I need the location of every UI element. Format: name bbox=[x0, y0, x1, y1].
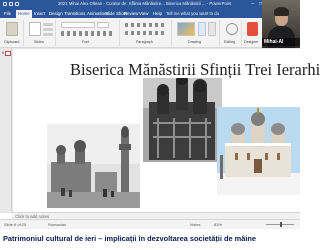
status-bar: Slide 6 of 25 Romanian Notes 83% bbox=[0, 219, 300, 229]
arrange-icon[interactable] bbox=[198, 22, 206, 36]
redo-icon[interactable] bbox=[15, 2, 19, 6]
title-bar: 2021 Mihai Alex Oltean - Curator de: Sfâ… bbox=[0, 0, 300, 9]
zoom-slider-knob[interactable] bbox=[280, 222, 282, 227]
window-controls: – □ bbox=[251, 1, 262, 7]
ribbon-group-editing: Editing bbox=[222, 20, 242, 46]
quick-styles-icon[interactable] bbox=[208, 22, 216, 36]
tab-insert[interactable]: Insert bbox=[32, 10, 47, 18]
ribbon-group-font: Font bbox=[58, 20, 120, 46]
shapes-icon[interactable] bbox=[177, 22, 195, 36]
slide-title[interactable]: Biserica Mănăstirii Sfinții Trei Ierarhi bbox=[70, 60, 320, 80]
font-name-select[interactable] bbox=[61, 22, 95, 28]
zoom-level[interactable]: 83% bbox=[214, 222, 222, 227]
ribbon-group-slides: Slides bbox=[26, 20, 56, 46]
presenter-name: Mihai-Al bbox=[264, 39, 284, 45]
church-towers-illustration bbox=[143, 78, 222, 162]
ribbon-group-label: Slides bbox=[34, 40, 44, 44]
find-icon[interactable] bbox=[226, 23, 238, 35]
selected-slide-thumbnail[interactable] bbox=[5, 51, 11, 56]
screen: 2021 Mihai Alex Oltean - Curator de: Sfâ… bbox=[0, 0, 320, 250]
old-photo-church-towers[interactable] bbox=[143, 78, 222, 162]
language-indicator[interactable]: Romanian bbox=[48, 222, 66, 227]
church-snow-illustration bbox=[217, 107, 300, 195]
notes-button[interactable]: Notes bbox=[190, 222, 200, 227]
ribbon-group-drawing: Drawing bbox=[174, 20, 220, 46]
font-format-buttons[interactable] bbox=[61, 31, 115, 36]
ribbon-group-label: Editing bbox=[224, 40, 235, 44]
ribbon-group-paragraph: Paragraph bbox=[122, 20, 172, 46]
paste-icon[interactable] bbox=[6, 22, 18, 36]
photo-church-in-snow[interactable] bbox=[217, 107, 300, 195]
quick-access-toolbar bbox=[3, 2, 19, 7]
section-icon[interactable] bbox=[43, 33, 53, 36]
slide-counter: Slide 6 of 25 bbox=[4, 222, 27, 227]
ribbon-group-label: Paragraph bbox=[136, 40, 153, 44]
undo-icon[interactable] bbox=[9, 2, 13, 6]
layout-icon[interactable] bbox=[43, 23, 53, 26]
tab-view[interactable]: View bbox=[137, 10, 150, 18]
designer-icon[interactable] bbox=[247, 22, 258, 36]
video-caption: Patrimoniul cultural de ieri – implicați… bbox=[0, 229, 300, 250]
presenter-webcam: Mihai-Al bbox=[262, 0, 300, 48]
window-title: 2021 Mihai Alex Oltean - Curator de: Sfâ… bbox=[58, 1, 232, 6]
slide-thumbnails-pane[interactable]: 6 bbox=[0, 48, 12, 213]
font-size-select[interactable] bbox=[97, 22, 109, 28]
ribbon-group-clipboard: Clipboard bbox=[2, 20, 24, 46]
ribbon-group-designer: Designer bbox=[244, 20, 261, 46]
tab-transitions[interactable]: Transitions bbox=[62, 10, 87, 18]
save-icon[interactable] bbox=[3, 2, 7, 6]
ribbon: Clipboard Slides Font Paragraph Drawing bbox=[0, 18, 262, 48]
ribbon-tabs: File Home Insert Design Transitions Anim… bbox=[0, 9, 300, 18]
ribbon-group-label: Clipboard bbox=[4, 40, 20, 44]
reset-icon[interactable] bbox=[43, 28, 53, 31]
tell-me-search[interactable]: Tell me what you want to do bbox=[166, 10, 219, 18]
tab-help[interactable]: Help bbox=[151, 10, 164, 18]
tab-file[interactable]: File bbox=[2, 10, 13, 18]
align-buttons[interactable] bbox=[125, 31, 167, 35]
ribbon-group-label: Drawing bbox=[188, 40, 202, 44]
presenter-hair bbox=[274, 7, 289, 16]
ribbon-group-label: Designer bbox=[244, 40, 259, 44]
ribbon-group-label: Font bbox=[82, 40, 90, 44]
tab-home[interactable]: Home bbox=[16, 10, 32, 18]
thumbnail-number: 6 bbox=[2, 50, 5, 55]
minimize-icon[interactable]: – bbox=[251, 1, 254, 7]
notes-pane[interactable]: Click to add notes bbox=[12, 212, 300, 219]
street-church-illustration bbox=[47, 124, 140, 208]
new-slide-icon[interactable] bbox=[29, 22, 41, 36]
old-photo-street-church[interactable] bbox=[47, 124, 140, 208]
caption-text: Patrimoniul cultural de ieri – implicați… bbox=[3, 234, 256, 243]
list-buttons[interactable] bbox=[125, 23, 167, 27]
